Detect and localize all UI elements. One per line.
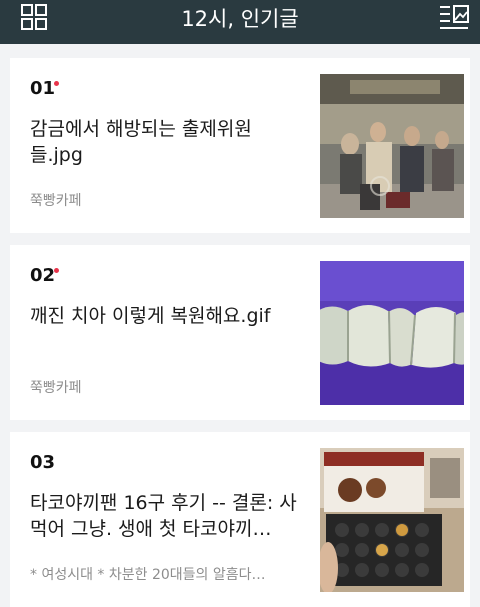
cafe-name: 쭉빵카페 — [30, 193, 82, 209]
post-card[interactable]: 02 깨진 치아 이렇게 복원해요.gif 쭉빵카페 — [10, 245, 470, 420]
post-thumbnail[interactable] — [320, 448, 464, 592]
top-bar: 12시, 인기글 — [0, 0, 480, 44]
list-view-icon[interactable] — [438, 3, 470, 31]
hot-badge — [54, 268, 59, 273]
cafe-name: 쭉빵카페 — [30, 380, 82, 396]
post-title[interactable]: 타코야끼팬 16구 후기 -- 결론: 사먹어 그냥. 생애 첫 타코야끼… — [30, 490, 300, 542]
post-card[interactable]: 03 타코야끼팬 16구 후기 -- 결론: 사먹어 그냥. 생애 첫 타코야끼… — [10, 432, 470, 607]
hot-badge — [54, 81, 59, 86]
post-thumbnail[interactable] — [320, 261, 464, 405]
page-title: 12시, 인기글 — [181, 7, 299, 31]
cafe-name: * 여성시대 * 차분한 20대들의 알흠다… — [30, 567, 266, 583]
post-rank: 02 — [30, 265, 56, 286]
post-thumbnail[interactable] — [320, 74, 464, 218]
post-title[interactable]: 감금에서 해방되는 출제위원들.jpg — [30, 116, 300, 170]
post-title[interactable]: 깨진 치아 이렇게 복원해요.gif — [30, 303, 300, 331]
post-rank: 01 — [30, 78, 56, 99]
post-rank: 03 — [30, 452, 56, 473]
post-card[interactable]: 01 감금에서 해방되는 출제위원들.jpg 쭉빵카페 — [10, 58, 470, 233]
